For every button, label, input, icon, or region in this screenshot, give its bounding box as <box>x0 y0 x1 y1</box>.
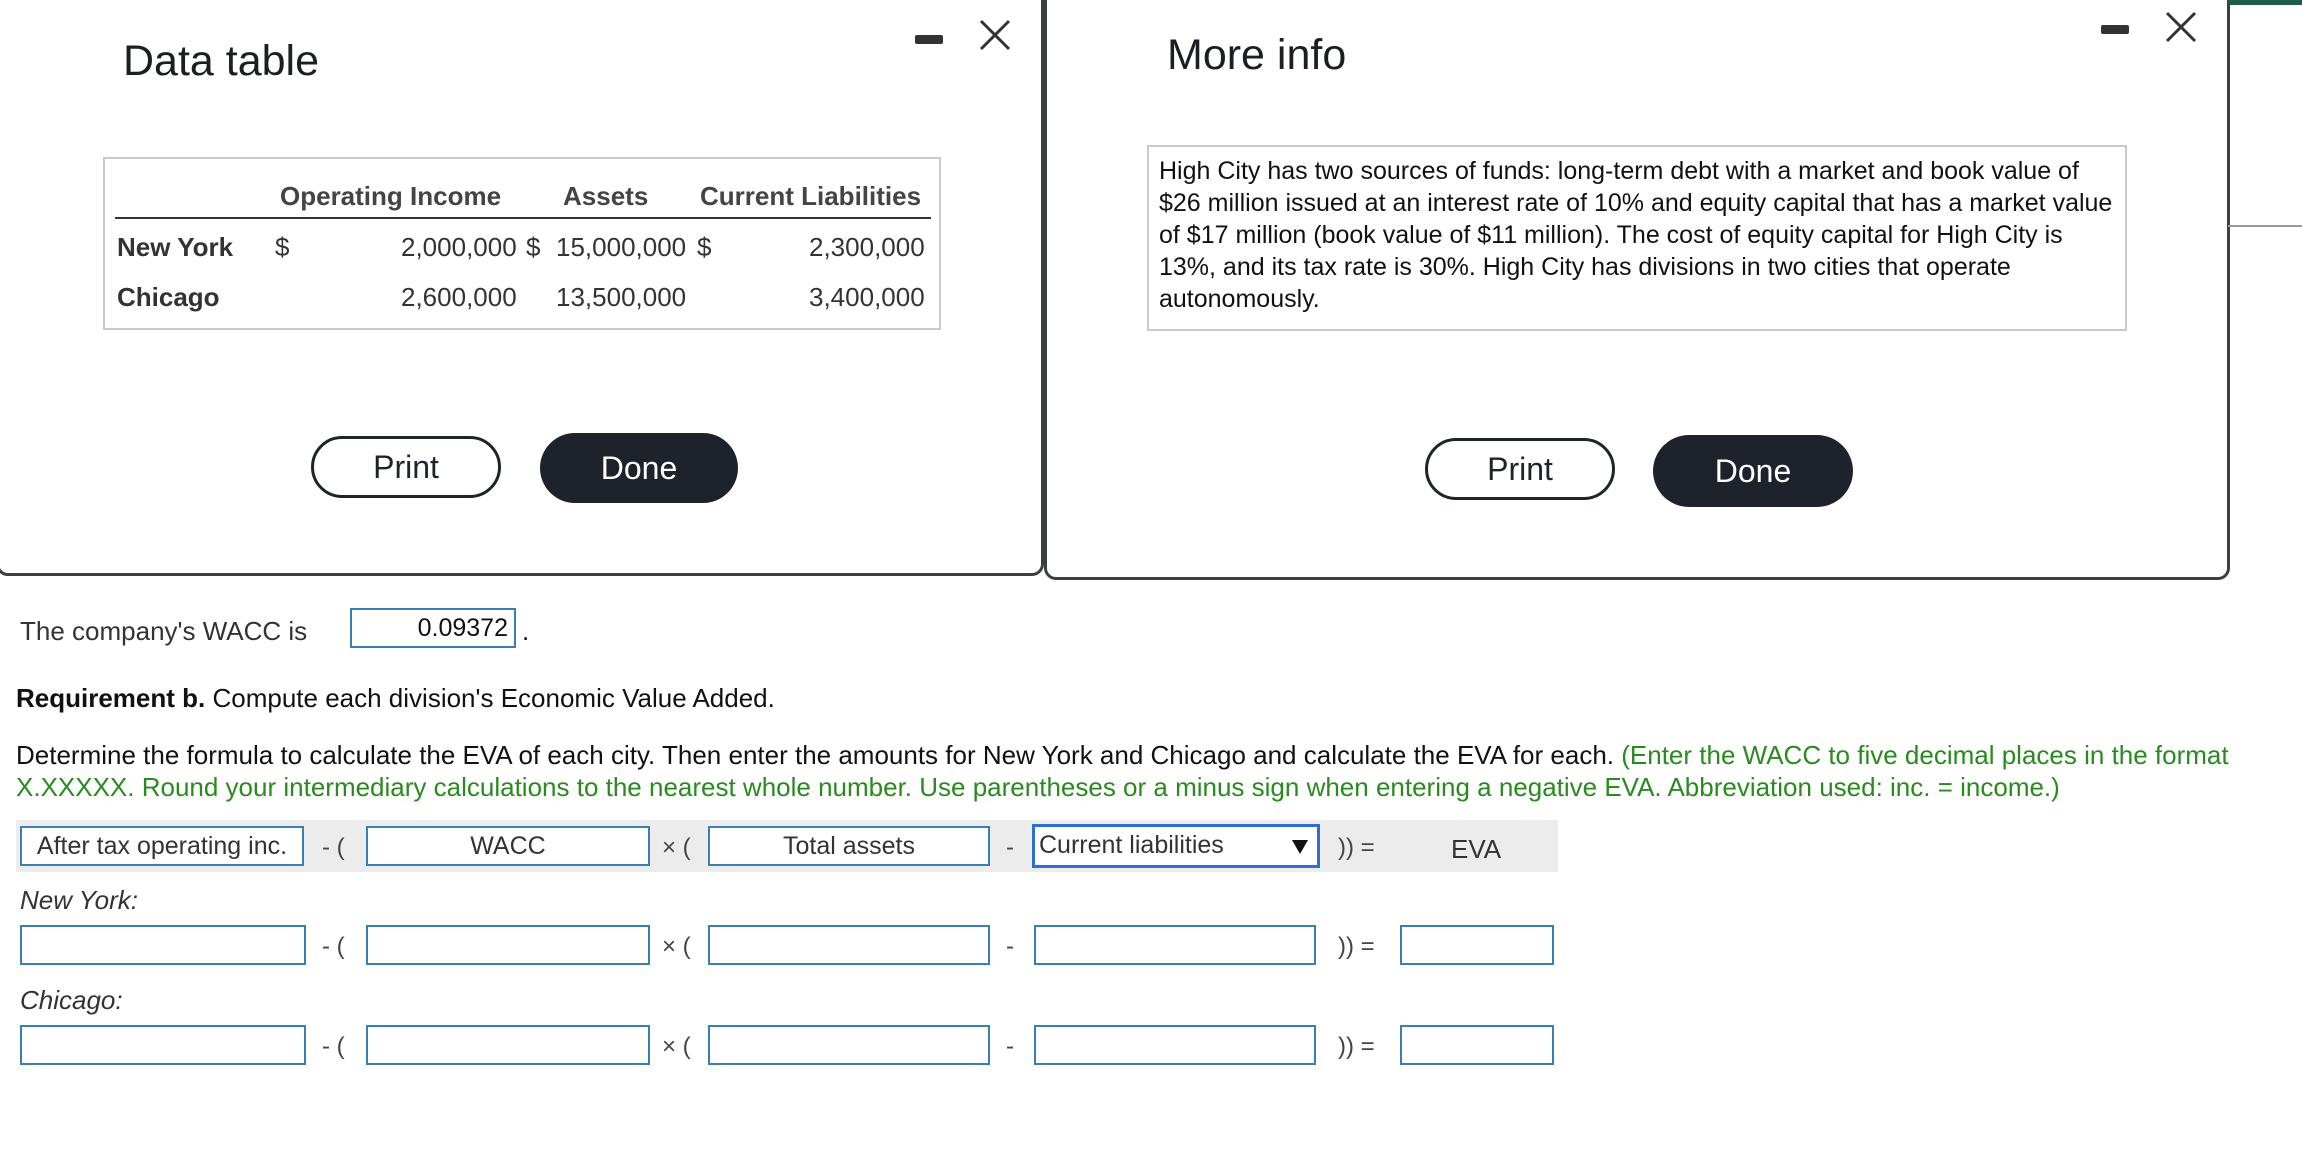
ny-wacc-input[interactable] <box>366 925 650 965</box>
formula-result-label: EVA <box>1451 834 1502 864</box>
formula-term-total-assets[interactable]: Total assets <box>708 826 990 866</box>
ny-operating-income: 2,000,000 <box>401 232 517 262</box>
background-accent <box>2228 0 2302 5</box>
chicago-assets: 13,500,000 <box>556 282 687 312</box>
formula-term-operating-income[interactable]: After tax operating inc. <box>20 826 304 866</box>
operator-times-paren: × ( <box>662 1033 691 1060</box>
wacc-prefix: The company's WACC is <box>20 616 308 646</box>
chicago-current-liabilities: 3,400,000 <box>809 282 925 312</box>
more-info-title: More info <box>1167 31 1347 79</box>
col-operating-income: Operating Income <box>280 181 502 211</box>
data-table: Operating Income Assets Current Liabilit… <box>103 157 941 330</box>
instructions-line-2: X.XXXXX. Round your intermediary calcula… <box>16 772 2060 802</box>
row-label-new-york: New York: <box>20 885 139 915</box>
background-divider <box>2228 225 2302 227</box>
instructions-note: (Enter the WACC to five decimal places i… <box>1621 740 2229 770</box>
ny-current-liabilities: 2,300,000 <box>809 232 925 262</box>
print-button[interactable]: Print <box>1425 438 1615 500</box>
currency-symbol: $ <box>275 232 290 262</box>
print-button[interactable]: Print <box>311 436 501 498</box>
operator-minus-paren: - ( <box>322 1033 345 1060</box>
ny-assets: 15,000,000 <box>556 232 687 262</box>
operator-times-paren: × ( <box>662 834 691 861</box>
minimize-icon[interactable] <box>915 35 943 44</box>
col-assets: Assets <box>563 181 649 211</box>
operator-close-equals: )) = <box>1338 834 1375 861</box>
row-label-new-york: New York <box>117 232 234 262</box>
selected-option: Current liabilities <box>1039 831 1224 859</box>
done-button[interactable]: Done <box>1653 435 1853 507</box>
row-label-chicago: Chicago: <box>20 985 123 1015</box>
row-label-chicago: Chicago <box>117 282 220 312</box>
chicago-eva-input[interactable] <box>1400 1025 1554 1065</box>
ny-eva-input[interactable] <box>1400 925 1554 965</box>
instructions-text: Determine the formula to calculate the E… <box>16 740 1614 770</box>
data-table-window: Data table Operating Income Assets Curre… <box>0 0 1044 576</box>
currency-symbol: $ <box>697 232 712 262</box>
operator-minus: - <box>1006 933 1014 960</box>
requirement-heading: Requirement b. Compute each division's E… <box>16 683 775 714</box>
wacc-answer-field[interactable]: 0.09372 <box>350 608 516 648</box>
minimize-icon[interactable] <box>2101 25 2129 34</box>
ny-operating-income-input[interactable] <box>20 925 306 965</box>
ny-total-assets-input[interactable] <box>708 925 990 965</box>
currency-symbol: $ <box>526 232 541 262</box>
operator-minus: - <box>1006 1033 1014 1060</box>
data-table-title: Data table <box>123 37 320 85</box>
operator-times-paren: × ( <box>662 933 691 960</box>
chicago-operating-income: 2,600,000 <box>401 282 517 312</box>
close-icon[interactable] <box>977 17 1013 53</box>
instructions-line-1: Determine the formula to calculate the E… <box>16 740 2229 771</box>
chicago-wacc-input[interactable] <box>366 1025 650 1065</box>
chicago-current-liabilities-input[interactable] <box>1034 1025 1316 1065</box>
col-current-liabilities: Current Liabilities <box>700 181 922 211</box>
operator-minus-paren: - ( <box>322 933 345 960</box>
ny-current-liabilities-input[interactable] <box>1034 925 1316 965</box>
operator-minus-paren: - ( <box>322 834 345 861</box>
operator-close-equals: )) = <box>1338 1033 1375 1060</box>
more-info-window: More info High City has two sources of f… <box>1044 0 2230 580</box>
operator-minus: - <box>1006 834 1014 861</box>
operator-close-equals: )) = <box>1338 933 1375 960</box>
chicago-total-assets-input[interactable] <box>708 1025 990 1065</box>
chicago-operating-income-input[interactable] <box>20 1025 306 1065</box>
more-info-text: High City has two sources of funds: long… <box>1147 145 2127 331</box>
dropdown-arrow-icon[interactable] <box>1291 839 1309 855</box>
close-icon[interactable] <box>2163 9 2199 45</box>
formula-term-wacc[interactable]: WACC <box>366 826 650 866</box>
requirement-text: Compute each division's Economic Value A… <box>212 683 775 713</box>
header-rule <box>115 217 931 219</box>
wacc-suffix: . <box>522 616 530 646</box>
formula-term-select[interactable]: Current liabilities <box>1032 824 1320 868</box>
done-button[interactable]: Done <box>540 433 738 503</box>
requirement-label: Requirement b. <box>16 683 206 713</box>
